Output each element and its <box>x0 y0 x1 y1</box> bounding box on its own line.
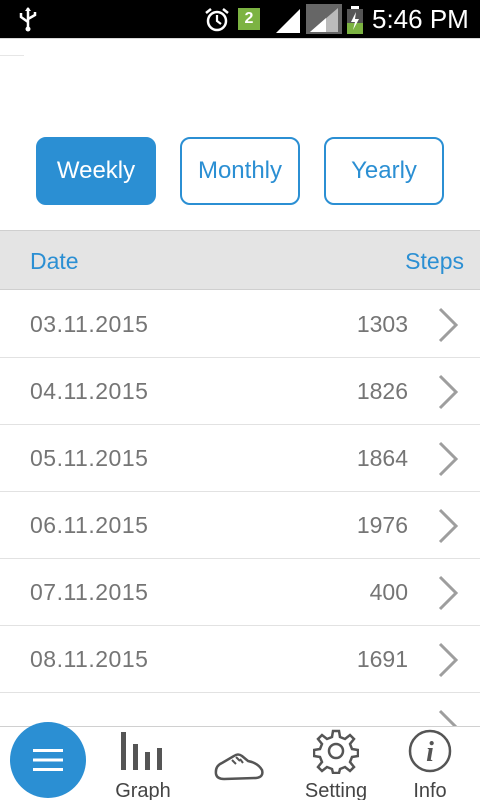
chevron-right-icon <box>438 642 459 678</box>
column-header-date: Date <box>30 248 79 274</box>
chevron-right-icon <box>438 575 459 611</box>
row-steps: 1976 <box>356 512 408 538</box>
nav-graph[interactable]: Graph <box>104 728 182 800</box>
column-header-steps: Steps <box>405 248 464 274</box>
info-icon: i <box>408 729 452 773</box>
nav-info[interactable]: i Info <box>394 728 466 800</box>
row-date: 04.11.2015 <box>30 378 149 404</box>
row-date: 03.11.2015 <box>30 311 149 337</box>
steps-list[interactable]: 03.11.2015 1303 04.11.2015 1826 05.11.20… <box>0 291 480 726</box>
row-date: 05.11.2015 <box>30 445 149 471</box>
tab-weekly[interactable]: Weekly <box>36 137 156 205</box>
shoe-icon <box>214 753 264 781</box>
row-steps: 1864 <box>356 445 408 471</box>
tab-monthly[interactable]: Monthly <box>180 137 300 205</box>
table-row[interactable]: 04.11.2015 1826 <box>0 358 480 425</box>
signal-icon <box>276 9 300 33</box>
signal-icon-2 <box>306 4 342 34</box>
notification-badge: 2 <box>238 8 260 30</box>
nav-graph-label: Graph <box>115 780 171 800</box>
chevron-right-icon <box>438 709 458 726</box>
nav-setting-label: Setting <box>304 780 368 800</box>
row-date: 07.11.2015 <box>30 579 149 605</box>
row-steps: 1691 <box>356 646 408 672</box>
row-steps: 1826 <box>356 378 408 404</box>
menu-button[interactable] <box>10 722 86 798</box>
menu-icon <box>33 749 63 771</box>
usb-icon <box>19 7 37 32</box>
battery-charging-icon <box>347 6 363 34</box>
divider <box>0 38 480 39</box>
table-row[interactable]: 07.11.2015 400 <box>0 559 480 626</box>
nav-steps[interactable] <box>206 728 272 800</box>
status-time: 5:46 PM <box>372 4 469 34</box>
table-row-partial[interactable] <box>0 693 480 726</box>
chevron-right-icon <box>438 441 459 477</box>
chevron-right-icon <box>438 307 459 343</box>
svg-text:i: i <box>426 737 434 768</box>
table-row[interactable]: 06.11.2015 1976 <box>0 492 480 559</box>
alarm-icon <box>205 8 229 32</box>
chevron-right-icon <box>438 374 459 410</box>
divider <box>0 55 24 56</box>
status-bar: 2 5:46 PM <box>0 0 480 38</box>
chevron-right-icon <box>438 508 459 544</box>
row-steps: 1303 <box>356 311 408 337</box>
row-steps: 400 <box>369 579 408 605</box>
row-date: 06.11.2015 <box>30 512 149 538</box>
nav-setting[interactable]: Setting <box>294 728 378 800</box>
table-row[interactable]: 05.11.2015 1864 <box>0 425 480 492</box>
table-row[interactable]: 08.11.2015 1691 <box>0 626 480 693</box>
nav-info-label: Info <box>413 780 447 800</box>
tab-yearly[interactable]: Yearly <box>324 137 444 205</box>
table-header: Date Steps <box>0 230 480 290</box>
row-date: 08.11.2015 <box>30 646 149 672</box>
gear-icon <box>313 729 359 774</box>
bar-chart-icon <box>121 732 162 770</box>
table-row[interactable]: 03.11.2015 1303 <box>0 291 480 358</box>
